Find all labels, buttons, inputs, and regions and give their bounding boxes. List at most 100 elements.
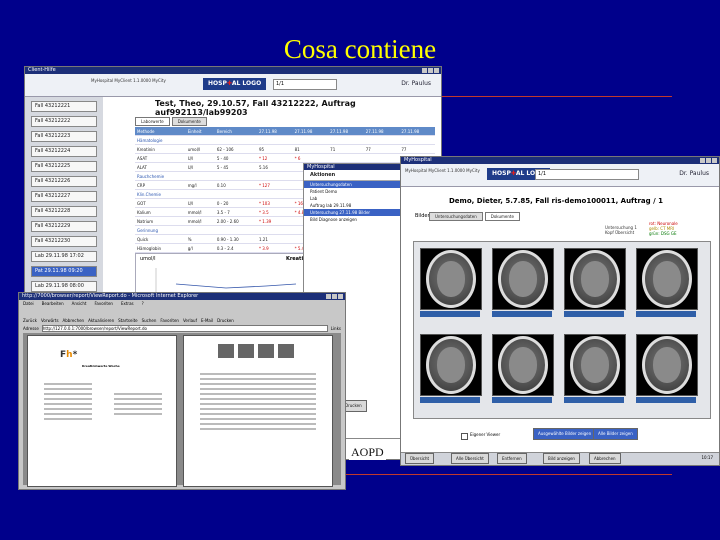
case-list-item[interactable]: Fall 43212222 bbox=[31, 116, 97, 127]
ct-image-thumbnail[interactable] bbox=[420, 334, 482, 396]
ct-image-thumbnail[interactable] bbox=[636, 248, 698, 310]
table-cell: 77 bbox=[363, 144, 400, 154]
case-list-item[interactable]: Fall 43212228 bbox=[31, 206, 97, 217]
case-list-item[interactable]: Fall 43212224 bbox=[31, 146, 97, 157]
browser-menu-item[interactable]: ? bbox=[142, 301, 144, 307]
maximize-icon[interactable] bbox=[428, 68, 433, 73]
table-row[interactable]: Hämatologie bbox=[135, 135, 435, 145]
tab-documents[interactable]: Dokumente bbox=[171, 117, 207, 126]
ct-image-label-bar bbox=[564, 397, 624, 403]
case-list-item[interactable]: Fall 43212229 bbox=[31, 221, 97, 232]
case-list-item[interactable]: Pat 29.11.98 09:20 bbox=[31, 266, 97, 277]
ct-image-thumbnail[interactable] bbox=[420, 248, 482, 310]
case-list-item[interactable]: Lab 29.11.98 08:00 bbox=[31, 281, 97, 292]
bottom-rule bbox=[340, 474, 672, 475]
table-cell: mmol/l bbox=[185, 216, 215, 226]
address-input[interactable]: http://127.0.0.1:7000/browser/report/Vie… bbox=[41, 325, 328, 332]
table-cell: U/l bbox=[185, 162, 215, 172]
browser-menu-item[interactable]: Favoriten bbox=[94, 301, 113, 307]
table-cell bbox=[363, 153, 400, 163]
ct-image-thumbnail[interactable] bbox=[564, 334, 626, 396]
table-cell: % bbox=[185, 234, 215, 244]
table-cell: Gerinnung bbox=[135, 225, 186, 235]
table-cell: 62 - 106 bbox=[214, 144, 257, 154]
browser-toolbar-button[interactable]: Drucken bbox=[217, 318, 234, 323]
minimize-icon[interactable] bbox=[700, 158, 705, 163]
ct-image-label-bar bbox=[420, 397, 480, 403]
status-time: 10:17 bbox=[701, 455, 713, 460]
ct-image-thumbnail[interactable] bbox=[564, 248, 626, 310]
browser-menu-item[interactable]: Extras bbox=[121, 301, 134, 307]
table-cell: GOT bbox=[135, 198, 186, 208]
hospital-logo: HOSP✚AL LOGO bbox=[203, 78, 267, 90]
ct-image-label-bar bbox=[492, 311, 552, 317]
table-cell: Quick bbox=[135, 234, 186, 244]
table-cell bbox=[292, 135, 329, 145]
browser-toolbar-button[interactable]: Favoriten bbox=[160, 318, 179, 323]
table-header-cell: Bereich bbox=[214, 127, 257, 136]
bottom-action-button[interactable]: Bild anzeigen bbox=[543, 453, 580, 464]
case-selector[interactable]: 1/1 bbox=[273, 79, 337, 90]
image-tabs: Untersuchungsdaten Dokumente bbox=[429, 212, 520, 221]
case-list-item[interactable]: Fall 43212223 bbox=[31, 131, 97, 142]
maximize-icon[interactable] bbox=[706, 158, 711, 163]
brain-shape bbox=[437, 347, 465, 383]
browser-toolbar-button[interactable]: Abbrechen bbox=[63, 318, 85, 323]
table-cell: 5 - 45 bbox=[214, 162, 257, 172]
bottom-action-button[interactable]: Entfernen bbox=[497, 453, 527, 464]
ct-image-thumbnail[interactable] bbox=[492, 248, 554, 310]
browser-toolbar: Zurück Vorwärts Abbrechen Aktualisieren Star… bbox=[19, 308, 345, 324]
browser-menu-item[interactable]: Datei bbox=[23, 301, 34, 307]
table-cell: 3.5 - 7 bbox=[214, 207, 257, 217]
case-selector[interactable]: 1/1 bbox=[535, 169, 639, 180]
bottom-action-button[interactable]: Abbrechen bbox=[589, 453, 621, 464]
table-cell: g/l bbox=[185, 243, 215, 253]
table-cell: 95 bbox=[256, 144, 293, 154]
tab-exam-data[interactable]: Untersuchungsdaten bbox=[429, 212, 483, 221]
legend: rot: Neuronale gelb: CT MRI grün: DSG GE bbox=[649, 221, 678, 236]
case-list-item[interactable]: Fall 43212226 bbox=[31, 176, 97, 187]
brain-shape bbox=[653, 261, 681, 297]
table-header-cell: 27.11.98 bbox=[363, 127, 400, 136]
tab-lab-values[interactable]: Laborwerte bbox=[135, 117, 170, 126]
browser-menu-item[interactable]: Bearbeiten bbox=[42, 301, 64, 307]
table-cell bbox=[399, 135, 435, 145]
case-list-item[interactable]: Fall 43212225 bbox=[31, 161, 97, 172]
case-list-item[interactable]: Lab 29.11.98 17:02 bbox=[31, 251, 97, 262]
browser-toolbar-button[interactable]: Vorwärts bbox=[41, 318, 59, 323]
browser-toolbar-button[interactable]: Suchen bbox=[142, 318, 157, 323]
tab-documents[interactable]: Dokumente bbox=[484, 212, 520, 221]
table-row[interactable]: Kreatinin umol/l 62 - 106 95 81 71 77 77 bbox=[135, 144, 435, 154]
ct-image-thumbnail[interactable] bbox=[492, 334, 554, 396]
browser-toolbar-button[interactable]: Zurück bbox=[23, 318, 37, 323]
case-list-item[interactable]: Fall 43212230 bbox=[31, 236, 97, 247]
doctor-name: Dr. Paulus bbox=[679, 170, 709, 177]
maximize-icon[interactable] bbox=[332, 294, 337, 299]
table-header-cell: Methode bbox=[135, 127, 186, 136]
browser-toolbar-button[interactable]: Startseite bbox=[118, 318, 137, 323]
report-thumbnails bbox=[218, 344, 294, 358]
minimize-icon[interactable] bbox=[422, 68, 427, 73]
own-viewer-checkbox[interactable] bbox=[461, 433, 468, 440]
bottom-action-button[interactable]: Übersicht bbox=[405, 453, 435, 464]
table-cell: * 12 bbox=[256, 153, 293, 163]
browser-toolbar-button[interactable]: Aktualisieren bbox=[88, 318, 114, 323]
table-cell bbox=[185, 189, 215, 199]
browser-menu-item[interactable]: Ansicht bbox=[72, 301, 87, 307]
minimize-icon[interactable] bbox=[326, 294, 331, 299]
close-icon[interactable] bbox=[712, 158, 717, 163]
close-icon[interactable] bbox=[434, 68, 439, 73]
table-cell: 71 bbox=[328, 144, 364, 154]
close-icon[interactable] bbox=[338, 294, 343, 299]
table-row[interactable]: ASAT U/l 5 - 40 * 12 * 6 bbox=[135, 153, 435, 163]
show-all-button[interactable]: Alle Bilder zeigen bbox=[593, 428, 638, 440]
case-list-item[interactable]: Fall 43212227 bbox=[31, 191, 97, 202]
browser-toolbar-button[interactable]: Verlauf bbox=[183, 318, 197, 323]
browser-toolbar-button[interactable]: E-Mail bbox=[201, 318, 213, 323]
show-selected-button[interactable]: Ausgewählte Bilder zeigen bbox=[533, 428, 597, 440]
case-list-item[interactable]: Fall 43212221 bbox=[31, 101, 97, 112]
bottom-action-button[interactable]: Alle Übersicht bbox=[451, 453, 489, 464]
ct-image-thumbnail[interactable] bbox=[636, 334, 698, 396]
window-controls bbox=[422, 68, 439, 73]
actions-window-title: MyHospital bbox=[307, 164, 335, 170]
